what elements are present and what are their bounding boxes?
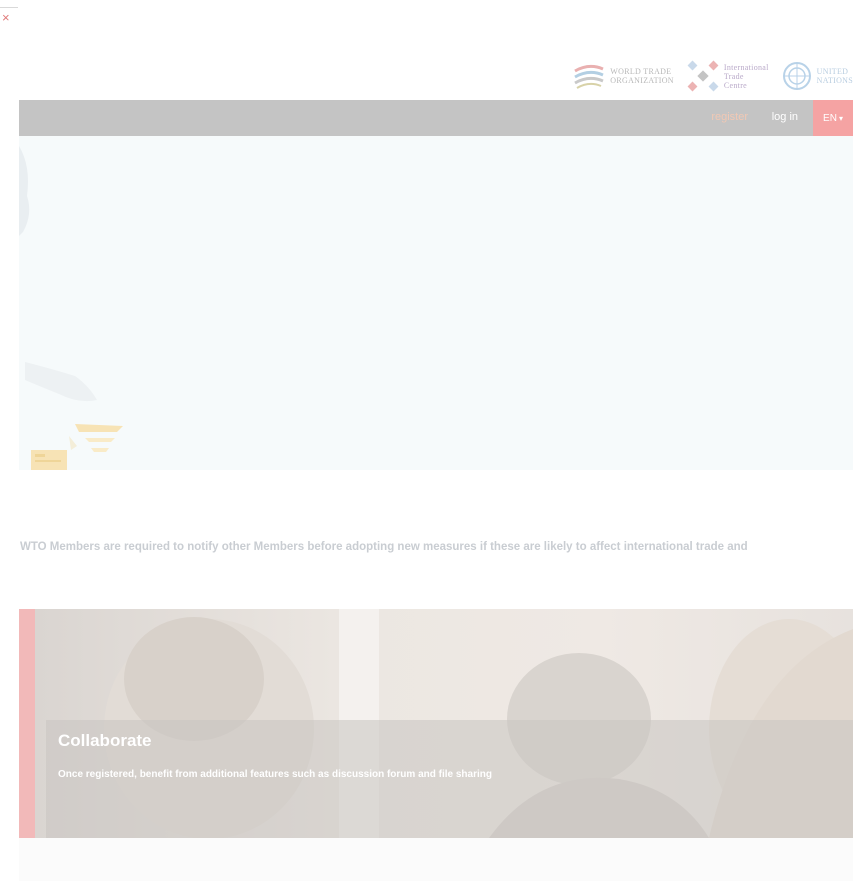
login-link[interactable]: log in — [772, 111, 798, 123]
language-selector[interactable]: EN ▾ — [813, 100, 853, 136]
itc-name-line1: International — [723, 62, 769, 72]
ship-illustration — [75, 424, 123, 432]
wto-swoosh-icon — [574, 64, 604, 89]
itc-cross-icon — [687, 60, 719, 92]
itc-name-line2: Trade — [723, 71, 744, 81]
top-navigation-bar: register log in EN ▾ — [19, 100, 853, 136]
collaborate-title: Collaborate — [58, 731, 152, 750]
hero-map-banner — [19, 136, 853, 470]
top-divider — [0, 7, 18, 8]
itc-logo[interactable]: International Trade Centre — [686, 59, 769, 93]
language-label: EN — [823, 112, 837, 124]
wto-name-line1: World Trade — [610, 67, 672, 76]
register-link[interactable]: register — [711, 111, 748, 123]
collaborate-description: Once registered, benefit from additional… — [58, 769, 492, 780]
intro-paragraph: WTO Members are required to notify other… — [20, 541, 748, 553]
partner-logos: World Trade Organization International T… — [572, 56, 853, 96]
chevron-down-icon: ▾ — [838, 113, 843, 123]
un-emblem-icon — [782, 62, 811, 90]
collaborate-banner[interactable]: Collaborate Once registered, benefit fro… — [19, 609, 853, 838]
wto-name-line2: Organization — [610, 76, 674, 85]
un-name-line2: Nations — [816, 76, 853, 85]
itc-name-line3: Centre — [723, 80, 748, 90]
world-map-illustration — [19, 146, 123, 470]
wto-logo[interactable]: World Trade Organization — [572, 61, 674, 91]
next-section — [19, 838, 853, 881]
un-logo[interactable]: United Nations — [781, 60, 853, 92]
un-name-line1: United — [816, 67, 849, 76]
accent-bar — [19, 609, 35, 838]
close-icon[interactable]: × — [2, 11, 14, 24]
